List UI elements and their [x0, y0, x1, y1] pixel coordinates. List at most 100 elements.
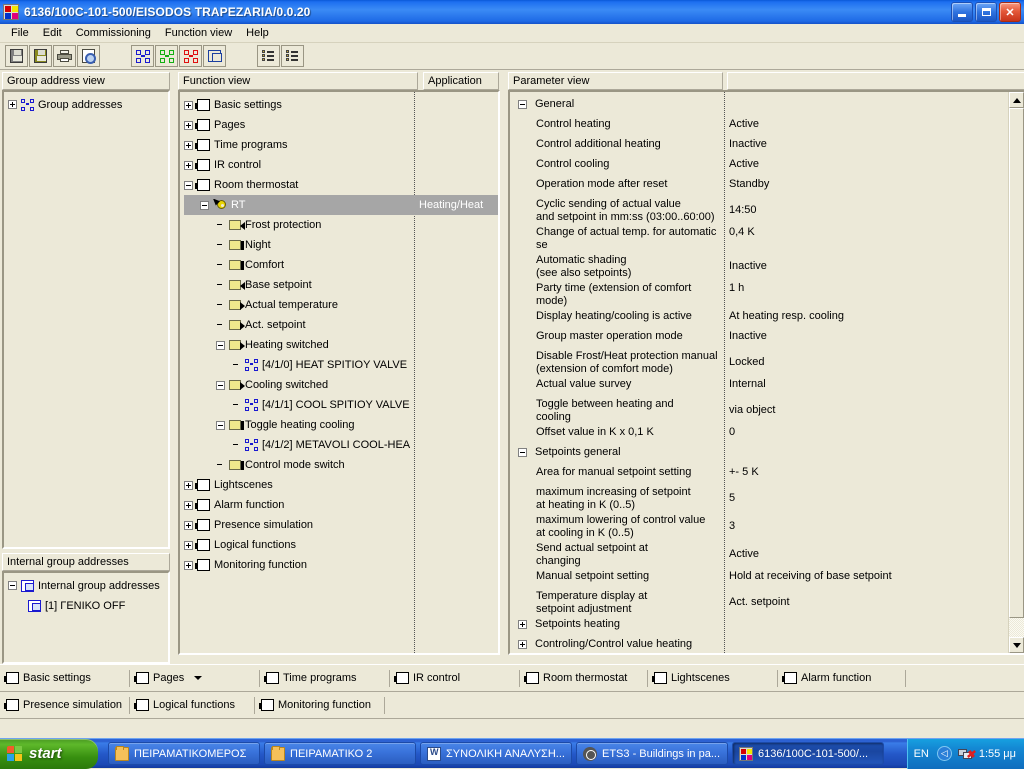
taskbar-button[interactable]: ETS3 - Buildings in pa... — [576, 742, 728, 765]
parameter-row[interactable]: Send actual setpoint atchangingActive — [510, 539, 1008, 567]
parameter-value[interactable]: At heating resp. cooling — [724, 307, 1008, 323]
function-tab-logical-functions[interactable]: Logical functions — [130, 693, 255, 718]
scrollbar-thumb[interactable] — [1009, 108, 1024, 618]
parameter-value[interactable] — [724, 443, 1008, 446]
taskbar-clock[interactable]: 1:55 μμ — [979, 748, 1016, 760]
close-button[interactable]: ✕ — [999, 2, 1021, 22]
parameter-row[interactable]: Manual setpoint settingHold at receiving… — [510, 567, 1008, 587]
parameter-row[interactable]: Actual value surveyInternal — [510, 375, 1008, 395]
group-address-blue-button[interactable] — [131, 45, 154, 67]
scroll-down-button[interactable] — [1009, 637, 1024, 653]
parameter-value[interactable]: Internal — [724, 375, 1008, 391]
parameter-value[interactable]: Standby — [724, 175, 1008, 191]
parameter-group-row[interactable]: Setpoints heating — [510, 615, 1008, 635]
taskbar-button[interactable]: ΠΕΙΡΑΜΑΤΙΚΟΜΕΡΟΣ — [108, 742, 260, 765]
menu-item-file[interactable]: File — [4, 25, 36, 41]
parameter-value[interactable]: 0 — [724, 423, 1008, 439]
parameter-list[interactable]: GeneralControl heatingActiveControl addi… — [510, 92, 1008, 653]
open-button[interactable] — [5, 45, 28, 67]
taskbar-button[interactable]: 6136/100C-101-500/... — [732, 742, 884, 765]
function-tab-ir-control[interactable]: IR control — [390, 666, 520, 691]
internal-group-address-button[interactable] — [203, 45, 226, 67]
function-tab-room-thermostat[interactable]: Room thermostat — [520, 666, 648, 691]
scrollbar-track[interactable] — [1009, 108, 1024, 637]
parameter-value[interactable] — [724, 635, 1008, 638]
parameter-row[interactable]: Display heating/cooling is activeAt heat… — [510, 307, 1008, 327]
parameter-group-row[interactable]: General — [510, 95, 1008, 115]
parameter-view-panel[interactable]: GeneralControl heatingActiveControl addi… — [508, 90, 1024, 655]
function-tab-time-programs[interactable]: Time programs — [260, 666, 390, 691]
expand-toggle-icon[interactable] — [518, 640, 527, 649]
collapse-toggle-icon[interactable] — [8, 581, 17, 590]
parameter-value[interactable]: Inactive — [724, 135, 1008, 151]
parameter-row[interactable]: Operation mode after resetStandby — [510, 175, 1008, 195]
parameter-value[interactable]: Act. setpoint — [724, 587, 1008, 609]
expand-toggle-icon[interactable] — [184, 161, 193, 170]
menu-item-help[interactable]: Help — [239, 25, 276, 41]
parameter-value[interactable] — [724, 95, 1008, 98]
parameter-group-row[interactable]: Setpoints general — [510, 443, 1008, 463]
expand-toggle-icon[interactable] — [8, 100, 17, 109]
function-tab-presence-simulation[interactable]: Presence simulation — [0, 693, 130, 718]
taskbar-button[interactable]: ΠΕΙΡΑΜΑΤΙΚΟ 2 — [264, 742, 416, 765]
expand-toggle-icon[interactable] — [184, 121, 193, 130]
expand-toggle-icon[interactable] — [184, 561, 193, 570]
function-tab-lightscenes[interactable]: Lightscenes — [648, 666, 778, 691]
show-hidden-icons[interactable]: ◁ — [937, 746, 952, 761]
parameter-row[interactable]: Disable Frost/Heat protection manual(ext… — [510, 347, 1008, 375]
parameter-value[interactable]: +- 5 K — [724, 463, 1008, 479]
parameter-row[interactable]: Change of actual temp. for automatic se0… — [510, 223, 1008, 251]
parameter-group-row[interactable]: Controling/Control value heating — [510, 635, 1008, 653]
menu-item-commissioning[interactable]: Commissioning — [69, 25, 158, 41]
collapse-toggle-icon[interactable] — [518, 448, 527, 457]
expand-toggle-icon[interactable] — [184, 541, 193, 550]
print-preview-button[interactable] — [77, 45, 100, 67]
parameter-value[interactable]: 14:50 — [724, 195, 1008, 217]
parameter-value[interactable]: via object — [724, 395, 1008, 417]
parameter-row[interactable]: Control heatingActive — [510, 115, 1008, 135]
list-view-button[interactable] — [281, 45, 304, 67]
parameter-row[interactable]: Offset value in K x 0,1 K0 — [510, 423, 1008, 443]
parameter-row[interactable]: maximum increasing of setpointat heating… — [510, 483, 1008, 511]
parameter-value[interactable] — [724, 615, 1008, 618]
maximize-button[interactable] — [975, 2, 997, 22]
function-tab-monitoring-function[interactable]: Monitoring function — [255, 693, 385, 718]
parameter-value[interactable]: 3 — [724, 511, 1008, 533]
collapse-toggle-icon[interactable] — [184, 181, 193, 190]
expand-toggle-icon[interactable] — [184, 101, 193, 110]
chevron-down-icon[interactable] — [194, 676, 202, 680]
expand-toggle-icon[interactable] — [184, 141, 193, 150]
print-button[interactable] — [53, 45, 76, 67]
parameter-row[interactable]: Area for manual setpoint setting+- 5 K — [510, 463, 1008, 483]
parameter-row[interactable]: Temperature display atsetpoint adjustmen… — [510, 587, 1008, 615]
expand-toggle-icon[interactable] — [184, 481, 193, 490]
parameter-row[interactable]: Control coolingActive — [510, 155, 1008, 175]
collapse-toggle-icon[interactable] — [216, 381, 225, 390]
menu-item-function-view[interactable]: Function view — [158, 25, 239, 41]
collapse-toggle-icon[interactable] — [216, 421, 225, 430]
function-tab-pages[interactable]: Pages — [130, 666, 260, 691]
parameter-row[interactable]: Automatic shading(see also setpoints)Ina… — [510, 251, 1008, 279]
minimize-button[interactable] — [951, 2, 973, 22]
scroll-up-button[interactable] — [1009, 92, 1024, 108]
detail-list-button[interactable] — [257, 45, 280, 67]
tree-item-group-addresses[interactable]: Group addresses — [8, 95, 168, 115]
group-address-green-button[interactable] — [155, 45, 178, 67]
tree-item-geniko-off[interactable]: [1] ΓΕΝΙΚΟ OFF — [8, 596, 168, 616]
parameter-row[interactable]: Cyclic sending of actual valueand setpoi… — [510, 195, 1008, 223]
parameter-value[interactable]: Active — [724, 539, 1008, 561]
expand-toggle-icon[interactable] — [184, 501, 193, 510]
group-address-red-button[interactable] — [179, 45, 202, 67]
expand-toggle-icon[interactable] — [184, 521, 193, 530]
parameter-row[interactable]: Toggle between heating andcoolingvia obj… — [510, 395, 1008, 423]
parameter-value[interactable]: Hold at receiving of base setpoint — [724, 567, 1008, 583]
parameter-row[interactable]: Group master operation modeInactive — [510, 327, 1008, 347]
collapse-toggle-icon[interactable] — [216, 341, 225, 350]
network-disconnected-icon[interactable]: ✖ — [958, 747, 973, 760]
parameter-value[interactable]: 5 — [724, 483, 1008, 505]
internal-group-addresses-panel[interactable]: Internal group addresses [1] ΓΕΝΙΚΟ OFF — [2, 571, 170, 664]
function-tab-alarm-function[interactable]: Alarm function — [778, 666, 906, 691]
parameter-vertical-scrollbar[interactable] — [1008, 92, 1024, 653]
parameter-value[interactable]: 0,4 K — [724, 223, 1008, 239]
parameter-value[interactable]: Active — [724, 155, 1008, 171]
